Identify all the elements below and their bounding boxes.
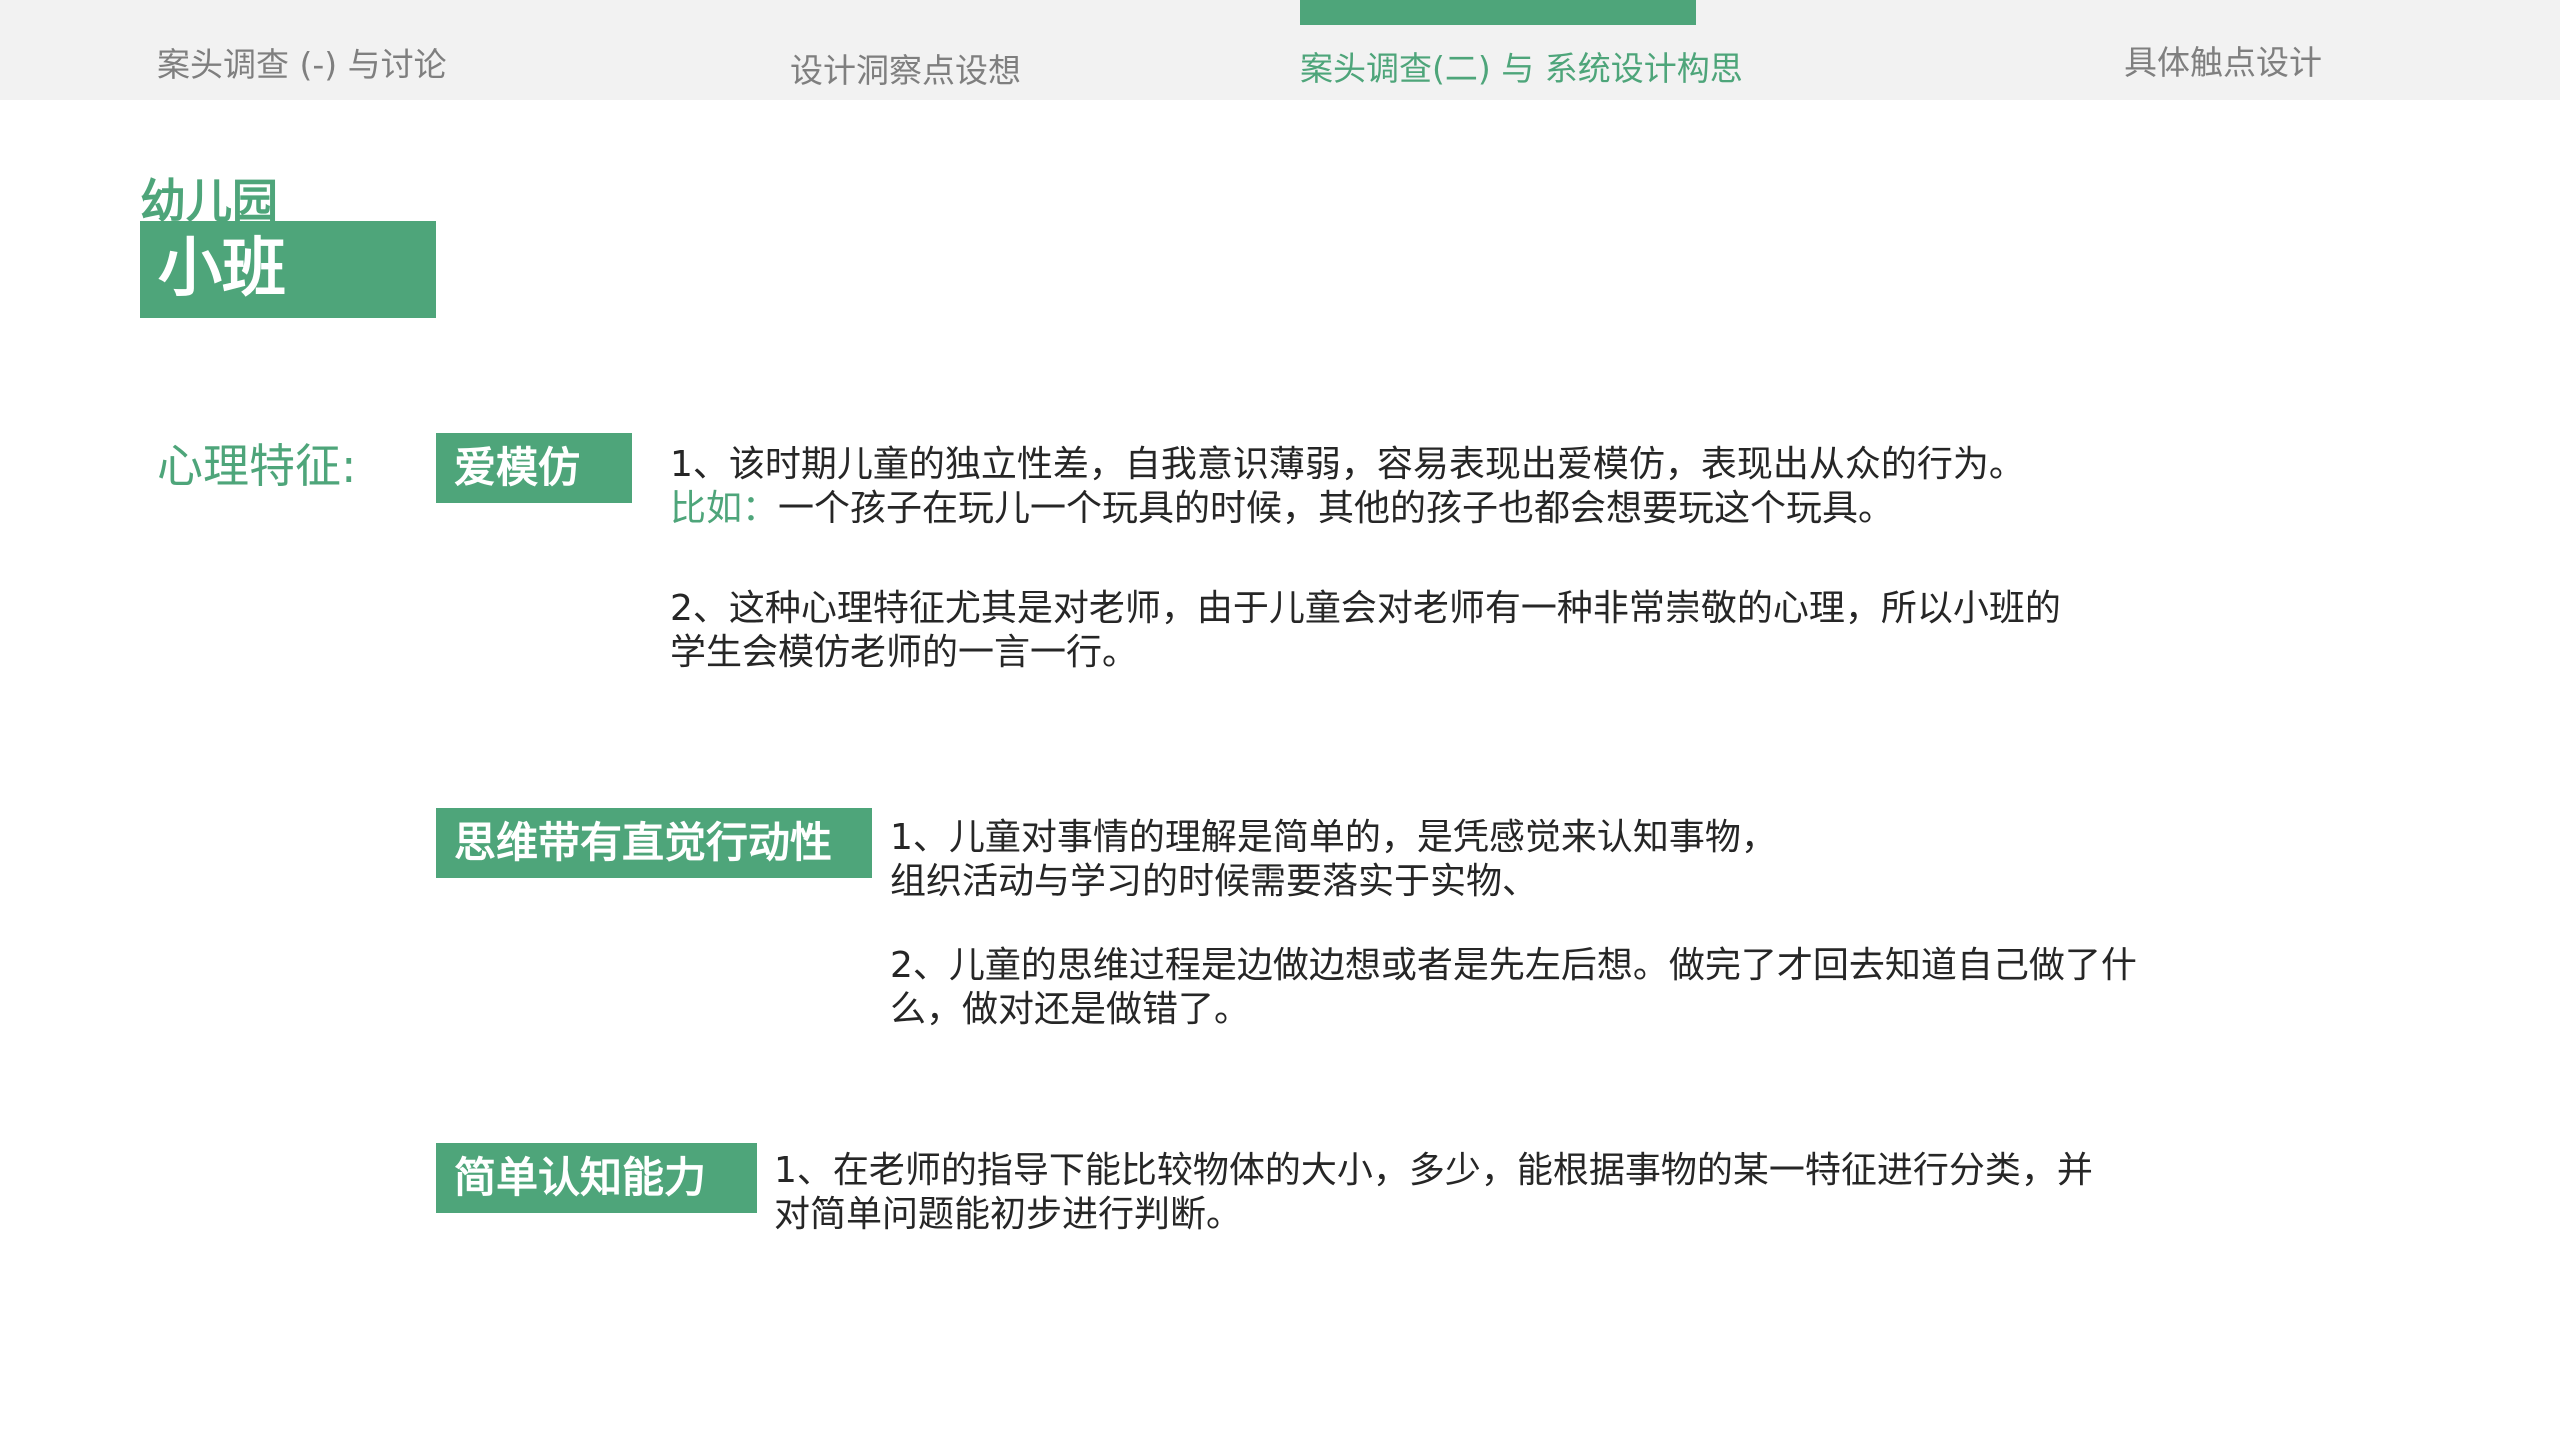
feature-1-paragraph-1: 1、该时期儿童的独立性差，自我意识薄弱，容易表现出爱模仿，表现出从众的行为。 比…	[670, 443, 2025, 531]
section-label: 心理特征:	[157, 439, 357, 493]
paragraph-line: 组织活动与学习的时候需要落实于实物、	[890, 861, 1539, 902]
page-title: 小班	[158, 232, 286, 306]
example-prefix: 比如：	[670, 488, 779, 529]
paragraph-text: 一个孩子在玩儿一个玩具的时候，其他的孩子也都会想要玩这个玩具。	[778, 488, 1895, 529]
feature-3-paragraph-1: 1、在老师的指导下能比较物体的大小，多少，能根据事物的某一特征进行分类，并 对简…	[774, 1149, 2093, 1237]
feature-2-paragraph-2: 2、儿童的思维过程是边做边想或者是先左后想。做完了才回去知道自己做了什 么，做对…	[890, 944, 2137, 1032]
paragraph-line: 1、儿童对事情的理解是简单的，是凭感觉来认知事物，	[890, 817, 1777, 858]
slide-page: 案头调查 (-) 与讨论 设计洞察点设想 案头调查(二) 与 系统设计构思 具体…	[0, 0, 2560, 1440]
feature-tag-intuitive-thinking: 思维带有直觉行动性	[436, 808, 872, 878]
tab-desk-research-2[interactable]: 案头调查(二) 与 系统设计构思	[1300, 42, 1743, 90]
paragraph-line: 学生会模仿老师的一言一行。	[670, 632, 1139, 673]
tab-desk-research-1[interactable]: 案头调查 (-) 与讨论	[157, 38, 447, 86]
feature-tag-imitation: 爱模仿	[436, 433, 632, 503]
paragraph-line: 2、这种心理特征尤其是对老师，由于儿童会对老师有一种非常崇敬的心理，所以小班的	[670, 588, 2061, 629]
feature-1-paragraph-2: 2、这种心理特征尤其是对老师，由于儿童会对老师有一种非常崇敬的心理，所以小班的 …	[670, 587, 2061, 675]
top-nav-bar: 案头调查 (-) 与讨论 设计洞察点设想 案头调查(二) 与 系统设计构思 具体…	[0, 0, 2560, 100]
tab-touchpoint-design[interactable]: 具体触点设计	[2124, 36, 2322, 84]
feature-2-paragraph-1: 1、儿童对事情的理解是简单的，是凭感觉来认知事物， 组织活动与学习的时候需要落实…	[890, 816, 1777, 904]
paragraph-line: 对简单问题能初步进行判断。	[774, 1194, 1243, 1235]
paragraph-line: 1、该时期儿童的独立性差，自我意识薄弱，容易表现出爱模仿，表现出从众的行为。	[670, 444, 2025, 485]
page-kicker: 幼儿园	[140, 174, 278, 222]
tab-design-insight[interactable]: 设计洞察点设想	[790, 44, 1021, 92]
paragraph-line: 2、儿童的思维过程是边做边想或者是先左后想。做完了才回去知道自己做了什	[890, 945, 2137, 986]
paragraph-line: 1、在老师的指导下能比较物体的大小，多少，能根据事物的某一特征进行分类，并	[774, 1150, 2093, 1191]
active-tab-indicator	[1300, 0, 1696, 25]
feature-tag-simple-cognition: 简单认知能力	[436, 1143, 757, 1213]
title-box: 小班	[140, 221, 436, 318]
paragraph-line: 比如：一个孩子在玩儿一个玩具的时候，其他的孩子也都会想要玩这个玩具。	[670, 487, 2025, 531]
paragraph-line: 么，做对还是做错了。	[890, 989, 1251, 1030]
